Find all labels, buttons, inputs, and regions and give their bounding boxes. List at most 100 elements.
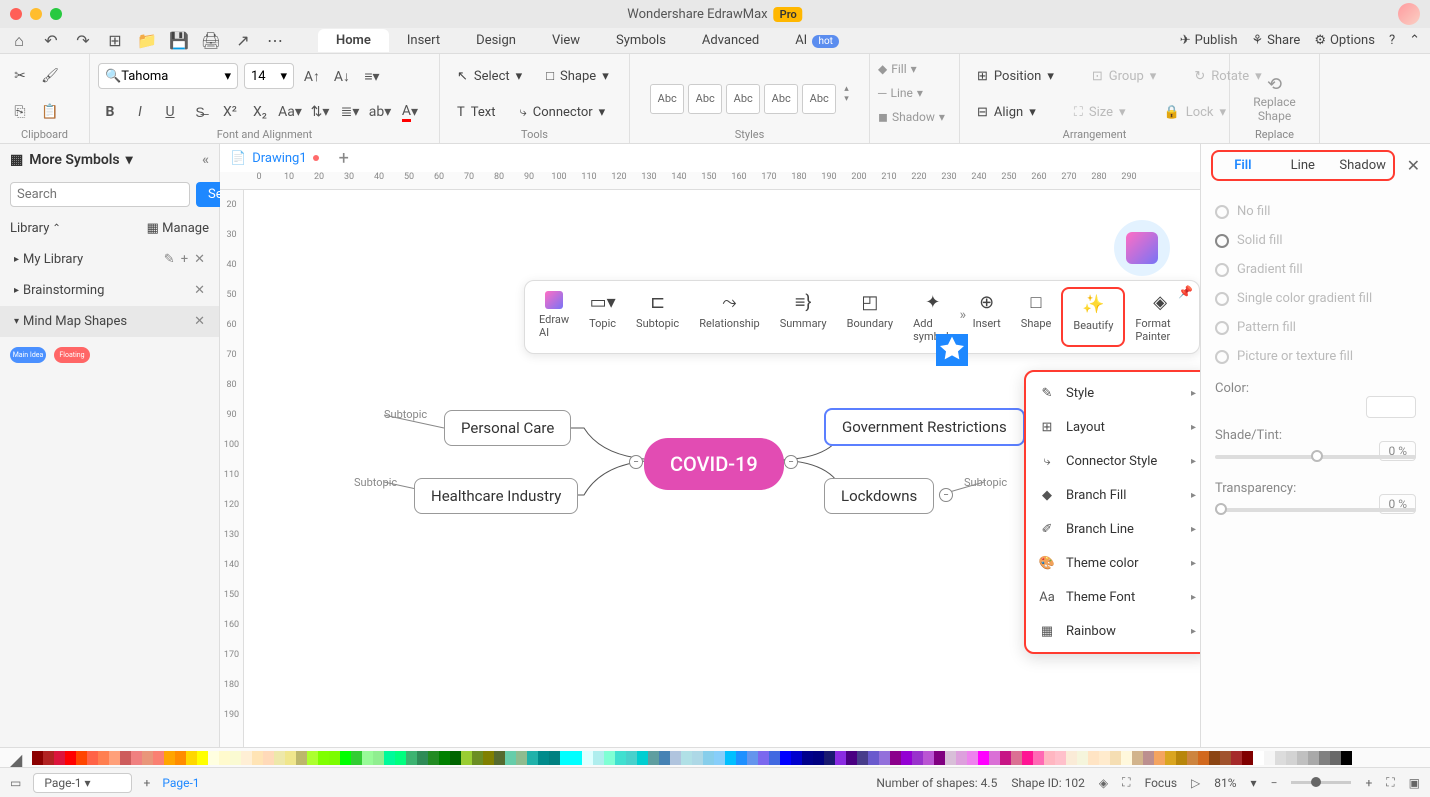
manage-library[interactable]: ▦ Manage bbox=[147, 221, 209, 236]
palette-swatch[interactable] bbox=[1264, 751, 1275, 765]
palette-swatch[interactable] bbox=[32, 751, 43, 765]
ft-insert[interactable]: ⊕Insert bbox=[963, 287, 1011, 347]
tab-ai[interactable]: AI hot bbox=[777, 29, 857, 52]
zoom-in-icon[interactable]: + bbox=[1365, 776, 1372, 790]
palette-swatch[interactable] bbox=[802, 751, 813, 765]
palette-swatch[interactable] bbox=[65, 751, 76, 765]
size-dropdown[interactable]: ⛶ Size▾ bbox=[1065, 101, 1135, 124]
palette-swatch[interactable] bbox=[670, 751, 681, 765]
palette-swatch[interactable] bbox=[879, 751, 890, 765]
save-icon[interactable]: 💾 bbox=[170, 32, 188, 50]
connector-tool[interactable]: ⤷ Connector ▾ bbox=[511, 101, 615, 124]
palette-swatch[interactable] bbox=[142, 751, 153, 765]
print-icon[interactable]: 🖨 bbox=[202, 32, 220, 50]
palette-swatch[interactable] bbox=[1220, 751, 1231, 765]
lock-dropdown[interactable]: 🔒 Lock▾ bbox=[1155, 101, 1236, 124]
palette-swatch[interactable] bbox=[813, 751, 824, 765]
ctx-connector-style[interactable]: ⤷Connector Style▸ bbox=[1026, 444, 1200, 478]
palette-swatch[interactable] bbox=[703, 751, 714, 765]
fill-no-fill[interactable]: No fill bbox=[1215, 197, 1416, 226]
palette-swatch[interactable] bbox=[593, 751, 604, 765]
palette-swatch[interactable] bbox=[461, 751, 472, 765]
palette-swatch[interactable] bbox=[98, 751, 109, 765]
palette-swatch[interactable] bbox=[978, 751, 989, 765]
subscript-icon[interactable]: X₂ bbox=[248, 100, 272, 124]
palette-swatch[interactable] bbox=[197, 751, 208, 765]
fill-dropdown[interactable]: ◆ Fill ▾ bbox=[878, 58, 951, 80]
ctx-theme-font[interactable]: AaTheme Font▸ bbox=[1026, 580, 1200, 614]
node-lockdowns[interactable]: Lockdowns bbox=[824, 478, 934, 514]
palette-swatch[interactable] bbox=[384, 751, 395, 765]
fill-single-gradient[interactable]: Single color gradient fill bbox=[1215, 284, 1416, 313]
palette-swatch[interactable] bbox=[329, 751, 340, 765]
rp-tab-shadow[interactable]: Shadow bbox=[1333, 152, 1393, 179]
node-personal-care[interactable]: Personal Care bbox=[444, 410, 571, 446]
copy-icon[interactable]: ⎘ bbox=[8, 100, 32, 124]
zoom-out-icon[interactable]: − bbox=[1271, 776, 1278, 790]
palette-swatch[interactable] bbox=[1253, 751, 1264, 765]
collapse-handle[interactable]: − bbox=[939, 488, 953, 502]
palette-swatch[interactable] bbox=[164, 751, 175, 765]
palette-swatch[interactable] bbox=[648, 751, 659, 765]
palette-swatch[interactable] bbox=[1286, 751, 1297, 765]
palette-swatch[interactable] bbox=[692, 751, 703, 765]
new-tab-button[interactable]: + bbox=[339, 148, 349, 169]
palette-swatch[interactable] bbox=[241, 751, 252, 765]
palette-swatch[interactable] bbox=[1121, 751, 1132, 765]
palette-swatch[interactable] bbox=[637, 751, 648, 765]
palette-swatch[interactable] bbox=[406, 751, 417, 765]
palette-swatch[interactable] bbox=[230, 751, 241, 765]
palette-swatch[interactable] bbox=[1044, 751, 1055, 765]
palette-swatch[interactable] bbox=[131, 751, 142, 765]
shadow-dropdown[interactable]: ◼ Shadow ▾ bbox=[878, 106, 951, 128]
tree-my-library[interactable]: ▸My Library ✎+✕ bbox=[0, 244, 219, 275]
tree-brainstorming[interactable]: ▸Brainstorming ✕ bbox=[0, 275, 219, 306]
font-shrink-icon[interactable]: A↓ bbox=[330, 64, 354, 88]
shape-tool[interactable]: □ Shape ▾ bbox=[537, 64, 618, 88]
position-dropdown[interactable]: ⊞ Position▾ bbox=[968, 65, 1063, 88]
document-tab[interactable]: 📄 Drawing1 bbox=[230, 151, 319, 166]
palette-swatch[interactable] bbox=[934, 751, 945, 765]
publish-button[interactable]: ✈ Publish bbox=[1180, 33, 1238, 48]
palette-swatch[interactable] bbox=[824, 751, 835, 765]
palette-swatch[interactable] bbox=[868, 751, 879, 765]
palette-swatch[interactable] bbox=[758, 751, 769, 765]
font-grow-icon[interactable]: A↑ bbox=[300, 64, 324, 88]
palette-swatch[interactable] bbox=[428, 751, 439, 765]
palette-swatch[interactable] bbox=[1033, 751, 1044, 765]
palette-swatch[interactable] bbox=[1000, 751, 1011, 765]
fill-solid[interactable]: Solid fill bbox=[1215, 226, 1416, 255]
style-gallery[interactable]: Abc Abc Abc Abc Abc ▴▾ bbox=[650, 84, 849, 114]
expand-right-panel-icon[interactable]: » bbox=[959, 307, 966, 323]
palette-swatch[interactable] bbox=[560, 751, 571, 765]
underline-icon[interactable]: U bbox=[158, 100, 182, 124]
tree-mindmap-shapes[interactable]: ▾Mind Map Shapes ✕ bbox=[0, 306, 219, 337]
palette-swatch[interactable] bbox=[945, 751, 956, 765]
home-icon[interactable]: ⌂ bbox=[10, 32, 28, 50]
tab-symbols[interactable]: Symbols bbox=[598, 29, 684, 52]
ctx-branch-line[interactable]: ✐Branch Line▸ bbox=[1026, 512, 1200, 546]
tab-view[interactable]: View bbox=[534, 29, 598, 52]
style-swatch[interactable]: Abc bbox=[650, 84, 684, 114]
palette-swatch[interactable] bbox=[857, 751, 868, 765]
palette-swatch[interactable] bbox=[571, 751, 582, 765]
more-icon[interactable]: ⋯ bbox=[266, 32, 284, 50]
bold-icon[interactable]: B bbox=[98, 100, 122, 124]
palette-swatch[interactable] bbox=[791, 751, 802, 765]
zoom-level[interactable]: 81% bbox=[1214, 776, 1236, 790]
color-picker[interactable] bbox=[1366, 396, 1416, 418]
share-button[interactable]: ⚘ Share bbox=[1252, 33, 1301, 48]
palette-swatch[interactable] bbox=[736, 751, 747, 765]
color-palette[interactable] bbox=[32, 751, 1352, 765]
palette-swatch[interactable] bbox=[186, 751, 197, 765]
palette-swatch[interactable] bbox=[120, 751, 131, 765]
ctx-rainbow[interactable]: ▦Rainbow▸ bbox=[1026, 614, 1200, 648]
collapse-left-panel-icon[interactable]: « bbox=[202, 152, 209, 168]
text-tool[interactable]: T Text bbox=[448, 101, 505, 124]
palette-swatch[interactable] bbox=[1209, 751, 1220, 765]
palette-swatch[interactable] bbox=[725, 751, 736, 765]
tab-advanced[interactable]: Advanced bbox=[684, 29, 777, 52]
palette-swatch[interactable] bbox=[549, 751, 560, 765]
undo-icon[interactable]: ↶ bbox=[42, 32, 60, 50]
palette-swatch[interactable] bbox=[1165, 751, 1176, 765]
